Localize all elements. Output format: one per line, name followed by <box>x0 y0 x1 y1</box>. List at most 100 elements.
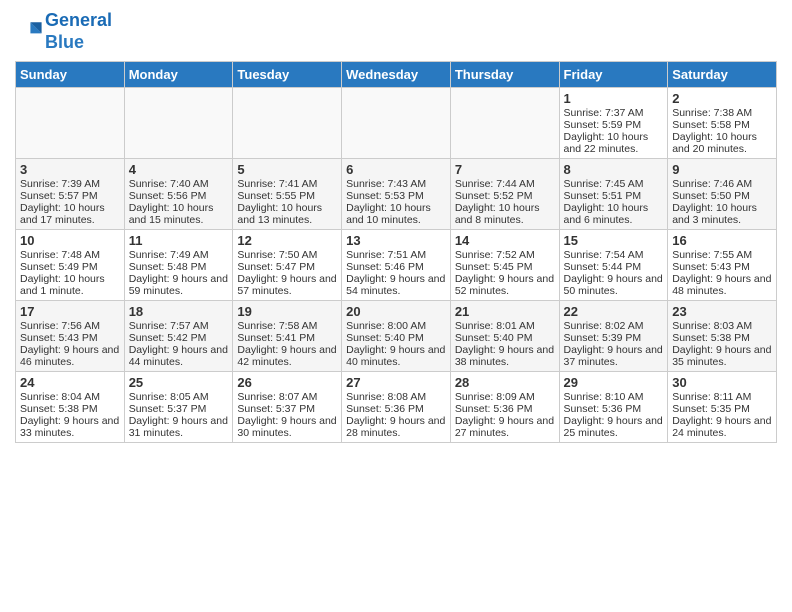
day-number: 4 <box>129 162 229 177</box>
day-number: 7 <box>455 162 555 177</box>
day-info: Sunset: 5:40 PM <box>346 332 446 344</box>
day-info: Sunrise: 8:07 AM <box>237 391 337 403</box>
day-info: Sunset: 5:35 PM <box>672 403 772 415</box>
calendar-day: 26Sunrise: 8:07 AMSunset: 5:37 PMDayligh… <box>233 372 342 443</box>
calendar-day: 6Sunrise: 7:43 AMSunset: 5:53 PMDaylight… <box>342 159 451 230</box>
day-number: 16 <box>672 233 772 248</box>
calendar-day: 5Sunrise: 7:41 AMSunset: 5:55 PMDaylight… <box>233 159 342 230</box>
day-info: Daylight: 9 hours and 42 minutes. <box>237 344 337 368</box>
day-number: 6 <box>346 162 446 177</box>
day-info: Sunrise: 7:58 AM <box>237 320 337 332</box>
day-info: Sunset: 5:39 PM <box>564 332 664 344</box>
calendar-day: 22Sunrise: 8:02 AMSunset: 5:39 PMDayligh… <box>559 301 668 372</box>
day-number: 8 <box>564 162 664 177</box>
logo: General Blue <box>15 10 112 53</box>
day-info: Sunrise: 8:05 AM <box>129 391 229 403</box>
calendar-week-row: 10Sunrise: 7:48 AMSunset: 5:49 PMDayligh… <box>16 230 777 301</box>
day-info: Sunrise: 7:48 AM <box>20 249 120 261</box>
day-info: Sunrise: 7:39 AM <box>20 178 120 190</box>
calendar-day: 19Sunrise: 7:58 AMSunset: 5:41 PMDayligh… <box>233 301 342 372</box>
day-number: 13 <box>346 233 446 248</box>
calendar-day: 15Sunrise: 7:54 AMSunset: 5:44 PMDayligh… <box>559 230 668 301</box>
day-number: 27 <box>346 375 446 390</box>
day-info: Daylight: 10 hours and 13 minutes. <box>237 202 337 226</box>
day-info: Sunset: 5:44 PM <box>564 261 664 273</box>
logo-icon <box>15 18 43 46</box>
header-friday: Friday <box>559 62 668 88</box>
calendar-week-row: 1Sunrise: 7:37 AMSunset: 5:59 PMDaylight… <box>16 88 777 159</box>
day-info: Daylight: 9 hours and 27 minutes. <box>455 415 555 439</box>
day-info: Sunrise: 8:02 AM <box>564 320 664 332</box>
day-number: 3 <box>20 162 120 177</box>
calendar-day: 29Sunrise: 8:10 AMSunset: 5:36 PMDayligh… <box>559 372 668 443</box>
day-info: Sunrise: 7:37 AM <box>564 107 664 119</box>
day-info: Sunrise: 7:46 AM <box>672 178 772 190</box>
day-info: Daylight: 10 hours and 15 minutes. <box>129 202 229 226</box>
day-info: Sunset: 5:38 PM <box>672 332 772 344</box>
day-info: Daylight: 9 hours and 59 minutes. <box>129 273 229 297</box>
day-number: 12 <box>237 233 337 248</box>
day-info: Sunrise: 7:38 AM <box>672 107 772 119</box>
calendar-day <box>124 88 233 159</box>
day-info: Sunrise: 7:57 AM <box>129 320 229 332</box>
day-info: Daylight: 9 hours and 40 minutes. <box>346 344 446 368</box>
day-info: Sunrise: 8:04 AM <box>20 391 120 403</box>
day-info: Sunrise: 7:54 AM <box>564 249 664 261</box>
calendar-day: 23Sunrise: 8:03 AMSunset: 5:38 PMDayligh… <box>668 301 777 372</box>
calendar-day <box>16 88 125 159</box>
day-info: Sunrise: 8:09 AM <box>455 391 555 403</box>
calendar-day: 24Sunrise: 8:04 AMSunset: 5:38 PMDayligh… <box>16 372 125 443</box>
day-info: Sunrise: 8:01 AM <box>455 320 555 332</box>
day-info: Sunrise: 8:00 AM <box>346 320 446 332</box>
day-info: Daylight: 9 hours and 37 minutes. <box>564 344 664 368</box>
day-info: Sunset: 5:50 PM <box>672 190 772 202</box>
day-info: Sunset: 5:40 PM <box>455 332 555 344</box>
day-info: Sunrise: 7:44 AM <box>455 178 555 190</box>
day-number: 22 <box>564 304 664 319</box>
day-info: Daylight: 10 hours and 1 minute. <box>20 273 120 297</box>
calendar-week-row: 24Sunrise: 8:04 AMSunset: 5:38 PMDayligh… <box>16 372 777 443</box>
day-info: Daylight: 9 hours and 50 minutes. <box>564 273 664 297</box>
calendar-day: 17Sunrise: 7:56 AMSunset: 5:43 PMDayligh… <box>16 301 125 372</box>
day-info: Sunset: 5:36 PM <box>346 403 446 415</box>
day-info: Sunrise: 8:10 AM <box>564 391 664 403</box>
day-info: Daylight: 9 hours and 28 minutes. <box>346 415 446 439</box>
day-info: Daylight: 9 hours and 52 minutes. <box>455 273 555 297</box>
day-info: Sunset: 5:43 PM <box>672 261 772 273</box>
day-info: Daylight: 9 hours and 57 minutes. <box>237 273 337 297</box>
day-number: 28 <box>455 375 555 390</box>
day-info: Daylight: 10 hours and 3 minutes. <box>672 202 772 226</box>
day-info: Sunset: 5:51 PM <box>564 190 664 202</box>
calendar-day: 12Sunrise: 7:50 AMSunset: 5:47 PMDayligh… <box>233 230 342 301</box>
calendar-day: 10Sunrise: 7:48 AMSunset: 5:49 PMDayligh… <box>16 230 125 301</box>
day-number: 1 <box>564 91 664 106</box>
calendar-table: SundayMondayTuesdayWednesdayThursdayFrid… <box>15 61 777 443</box>
header-tuesday: Tuesday <box>233 62 342 88</box>
day-number: 29 <box>564 375 664 390</box>
calendar-day: 1Sunrise: 7:37 AMSunset: 5:59 PMDaylight… <box>559 88 668 159</box>
calendar-week-row: 17Sunrise: 7:56 AMSunset: 5:43 PMDayligh… <box>16 301 777 372</box>
day-number: 26 <box>237 375 337 390</box>
calendar-day: 25Sunrise: 8:05 AMSunset: 5:37 PMDayligh… <box>124 372 233 443</box>
day-info: Sunset: 5:53 PM <box>346 190 446 202</box>
day-number: 5 <box>237 162 337 177</box>
calendar-day <box>342 88 451 159</box>
day-number: 21 <box>455 304 555 319</box>
calendar-day <box>450 88 559 159</box>
day-number: 15 <box>564 233 664 248</box>
calendar-day: 4Sunrise: 7:40 AMSunset: 5:56 PMDaylight… <box>124 159 233 230</box>
day-info: Sunset: 5:37 PM <box>237 403 337 415</box>
calendar-day: 8Sunrise: 7:45 AMSunset: 5:51 PMDaylight… <box>559 159 668 230</box>
day-info: Sunset: 5:36 PM <box>564 403 664 415</box>
day-info: Sunrise: 7:55 AM <box>672 249 772 261</box>
day-info: Sunrise: 7:40 AM <box>129 178 229 190</box>
day-info: Sunrise: 7:50 AM <box>237 249 337 261</box>
header-wednesday: Wednesday <box>342 62 451 88</box>
day-info: Daylight: 9 hours and 48 minutes. <box>672 273 772 297</box>
calendar-day: 30Sunrise: 8:11 AMSunset: 5:35 PMDayligh… <box>668 372 777 443</box>
day-number: 17 <box>20 304 120 319</box>
day-info: Sunrise: 7:56 AM <box>20 320 120 332</box>
day-info: Daylight: 10 hours and 8 minutes. <box>455 202 555 226</box>
day-info: Sunset: 5:41 PM <box>237 332 337 344</box>
day-info: Sunset: 5:58 PM <box>672 119 772 131</box>
